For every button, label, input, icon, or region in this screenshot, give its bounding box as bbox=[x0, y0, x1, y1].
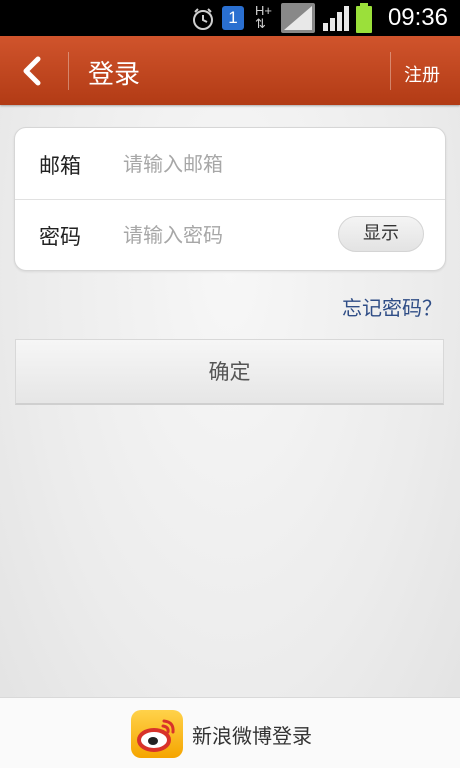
status-bar: 1 H+ ⇅ 09:36 bbox=[0, 0, 460, 36]
password-field[interactable] bbox=[121, 215, 345, 255]
email-label: 邮箱 bbox=[39, 154, 81, 178]
notification-1-icon: 1 bbox=[222, 6, 244, 30]
register-button[interactable]: 注册 bbox=[404, 61, 440, 87]
password-row: 密码 显示 bbox=[15, 199, 445, 270]
app-header: 登录 注册 bbox=[0, 36, 460, 105]
status-time: 09:36 bbox=[387, 4, 448, 31]
email-field[interactable] bbox=[121, 144, 345, 184]
password-label: 密码 bbox=[39, 225, 81, 249]
weibo-login-bar[interactable]: 新浪微博登录 bbox=[0, 697, 460, 768]
header-divider bbox=[390, 52, 391, 90]
wifi-signal-icon bbox=[281, 3, 315, 33]
forgot-password-link[interactable]: 忘记密码？ bbox=[342, 292, 442, 321]
email-row: 邮箱 bbox=[15, 128, 445, 200]
back-icon[interactable] bbox=[14, 54, 54, 88]
alarm-icon bbox=[193, 8, 213, 30]
data-arrows-icon: ⇅ bbox=[255, 16, 266, 31]
confirm-button[interactable]: 确定 bbox=[15, 339, 444, 405]
login-form: 邮箱 密码 显示 bbox=[14, 127, 446, 271]
show-password-button[interactable]: 显示 bbox=[338, 216, 424, 252]
page-title: 登录 bbox=[88, 60, 141, 90]
battery-icon bbox=[356, 3, 372, 33]
cell-signal-icon bbox=[323, 6, 349, 31]
hplus-data-icon: H+ ⇅ bbox=[255, 4, 272, 30]
weibo-logo-icon bbox=[131, 710, 183, 758]
header-divider bbox=[68, 52, 69, 90]
weibo-login-label: 新浪微博登录 bbox=[192, 724, 312, 748]
